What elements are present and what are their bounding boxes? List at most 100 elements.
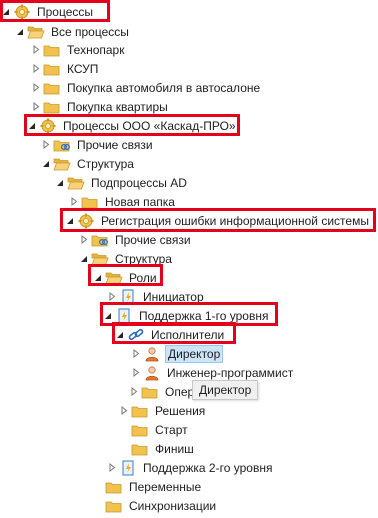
collapsed-arrow-icon[interactable] — [32, 102, 40, 111]
expanded-arrow-icon[interactable] — [28, 121, 36, 130]
tree-node-label: Синхронизации — [129, 498, 217, 513]
user-icon — [143, 365, 161, 381]
tree-node[interactable]: Директор — [132, 344, 224, 363]
tree-node[interactable]: Решения — [120, 401, 207, 420]
tree-node-label: Инженер-программист — [167, 365, 294, 380]
tree-node[interactable]: Поддержка 1-го уровня — [104, 306, 270, 325]
user-icon — [143, 346, 161, 362]
tree-node[interactable]: Финиш — [120, 439, 196, 458]
tree-node-label: Поддержка 2-го уровня — [143, 460, 273, 475]
folder-icon — [105, 498, 123, 514]
tree-node-label: Поддержка 1-го уровня — [139, 308, 269, 323]
tree-node[interactable]: Переменные — [94, 477, 203, 496]
tree-node-label: Структура — [77, 156, 134, 171]
folder-icon — [43, 80, 61, 96]
tree-node[interactable]: Регистрация ошибки информационной систем… — [66, 211, 371, 230]
tree-node-label: Процессы ООО «Каскад-ПРО» — [63, 118, 236, 133]
tree-node[interactable]: Технопарк — [32, 40, 126, 59]
tree-node[interactable]: Структура — [80, 249, 174, 268]
collapsed-arrow-icon[interactable] — [132, 349, 140, 358]
expanded-arrow-icon[interactable] — [94, 273, 102, 282]
expanded-arrow-icon[interactable] — [104, 311, 112, 320]
tree-node-label: Новая папка — [105, 194, 175, 209]
folder-icon — [43, 42, 61, 58]
tree-node-label: Технопарк — [67, 42, 125, 57]
tree-node-label: Покупка автомобиля в автосалоне — [67, 80, 261, 95]
tree-node-label: Регистрация ошибки информационной систем… — [101, 213, 369, 228]
folder-icon — [43, 61, 61, 77]
expanded-arrow-icon[interactable] — [66, 216, 74, 225]
tree-node-label: Инициатор — [143, 289, 204, 304]
tree-node-label: Исполнители — [151, 327, 225, 342]
tree-node-label: Переменные — [129, 479, 202, 494]
folder-icon — [131, 403, 149, 419]
folder-open-icon — [91, 251, 109, 267]
tree-node[interactable]: Покупка квартиры — [32, 97, 170, 116]
tree-node[interactable]: Старт — [120, 420, 190, 439]
tree-node[interactable]: Синхронизации — [94, 496, 218, 515]
tree-node[interactable]: Новая папка — [70, 192, 177, 211]
collapsed-arrow-icon[interactable] — [80, 235, 88, 244]
tree-node-label: Финиш — [155, 441, 194, 456]
process-gear-icon — [39, 118, 57, 134]
no-toggle-spacer — [120, 425, 128, 434]
expanded-arrow-icon[interactable] — [56, 178, 64, 187]
expanded-arrow-icon[interactable] — [2, 7, 10, 16]
folder-open-icon — [67, 175, 85, 191]
folder-icon — [141, 384, 159, 400]
tree-node-label: Роли — [129, 270, 157, 285]
collapsed-arrow-icon[interactable] — [42, 140, 50, 149]
folder-link-icon — [91, 232, 109, 248]
tooltip: Директор — [192, 380, 259, 400]
collapsed-arrow-icon[interactable] — [130, 387, 138, 396]
role-doc-icon — [115, 308, 133, 324]
collapsed-arrow-icon[interactable] — [132, 368, 140, 377]
collapsed-arrow-icon[interactable] — [108, 463, 116, 472]
folder-icon — [43, 99, 61, 115]
collapsed-arrow-icon[interactable] — [32, 64, 40, 73]
collapsed-arrow-icon[interactable] — [70, 197, 78, 206]
collapsed-arrow-icon[interactable] — [120, 406, 128, 415]
tree-node[interactable]: Покупка автомобиля в автосалоне — [32, 78, 262, 97]
tree-node-label: Прочие связи — [115, 232, 191, 247]
tree-node[interactable]: Исполнители — [116, 325, 226, 344]
tree-node[interactable]: Поддержка 2-го уровня — [108, 458, 274, 477]
tree-node-label: Прочие связи — [77, 137, 153, 152]
expanded-arrow-icon[interactable] — [42, 159, 50, 168]
folder-open-icon — [53, 156, 71, 172]
tree-node-label: Процессы — [37, 4, 94, 19]
folder-icon — [81, 194, 99, 210]
tree-node-label: Покупка квартиры — [67, 99, 168, 114]
tree-node[interactable]: Структура — [42, 154, 136, 173]
tree-node[interactable]: Прочие связи — [42, 135, 155, 154]
tree-node[interactable]: Прочие связи — [80, 230, 193, 249]
collapsed-arrow-icon[interactable] — [108, 292, 116, 301]
collapsed-arrow-icon[interactable] — [32, 83, 40, 92]
link-chain-icon — [127, 327, 145, 343]
tree-node[interactable]: Роли — [94, 268, 159, 287]
tree-node[interactable]: КСУП — [32, 59, 100, 78]
tree-node[interactable]: Все процессы — [16, 22, 131, 41]
no-toggle-spacer — [120, 444, 128, 453]
tree-node[interactable]: Процессы — [2, 2, 95, 21]
folder-link-icon — [53, 137, 71, 153]
no-toggle-spacer — [94, 501, 102, 510]
folder-icon — [105, 479, 123, 495]
tree-node-label: Директор — [165, 344, 224, 363]
role-doc-icon — [119, 289, 137, 305]
folder-icon — [131, 422, 149, 438]
tree-node-label: Подпроцессы AD — [91, 175, 187, 190]
tree-node-label: КСУП — [67, 61, 99, 76]
collapsed-arrow-icon[interactable] — [32, 45, 40, 54]
tree-node-label: Решения — [155, 403, 206, 418]
tree-node-label: Структура — [115, 251, 172, 266]
tree-node[interactable]: Подпроцессы AD — [56, 173, 189, 192]
folder-icon — [131, 441, 149, 457]
process-gear-icon — [13, 4, 31, 20]
expanded-arrow-icon[interactable] — [16, 27, 24, 36]
role-doc-icon — [119, 460, 137, 476]
tree-node[interactable]: Процессы ООО «Каскад-ПРО» — [28, 116, 238, 135]
expanded-arrow-icon[interactable] — [116, 330, 124, 339]
tree-node[interactable]: Инициатор — [108, 287, 206, 306]
expanded-arrow-icon[interactable] — [80, 254, 88, 263]
